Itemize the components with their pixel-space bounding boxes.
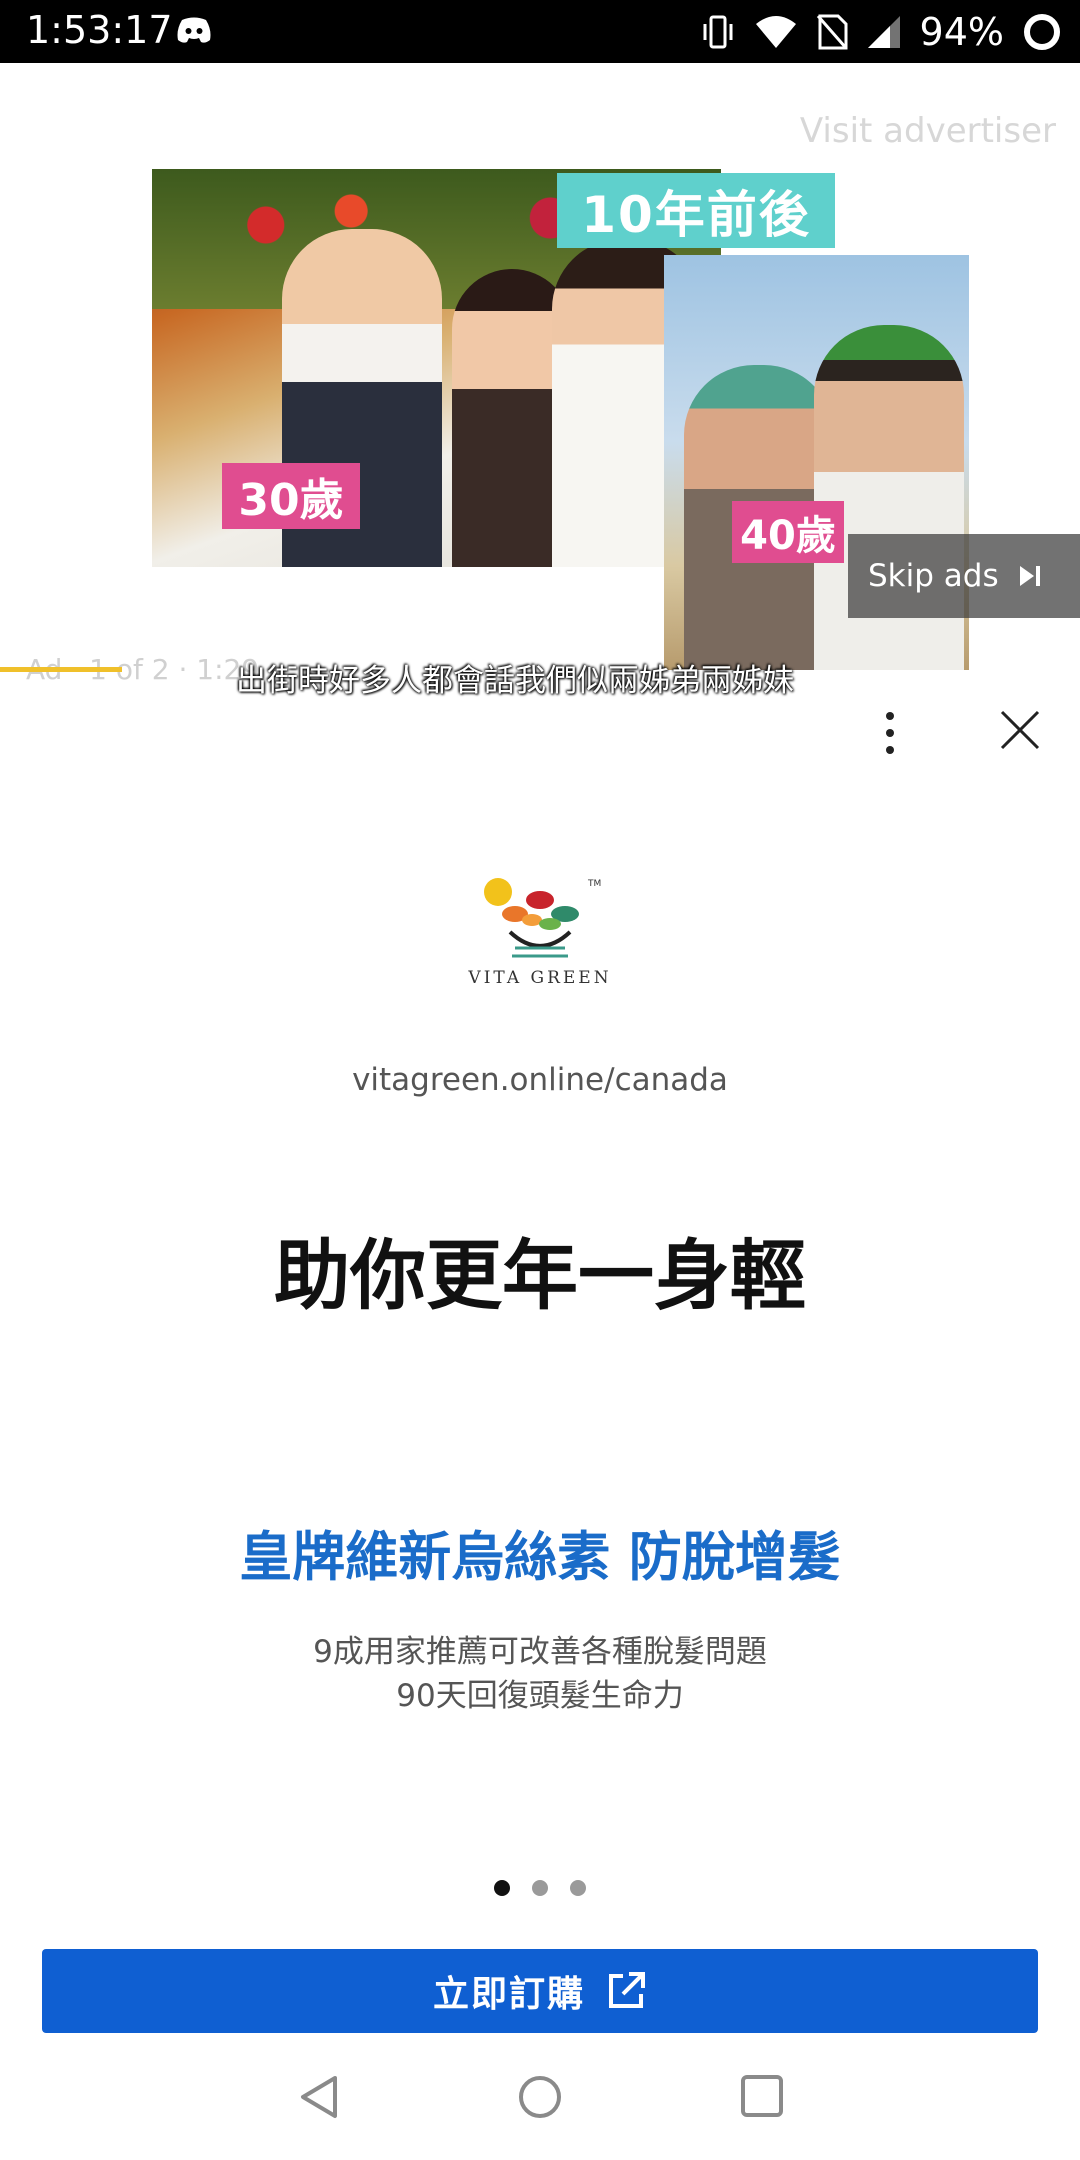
svg-text:TM: TM: [587, 879, 601, 889]
no-sim-icon: [816, 14, 848, 50]
skip-ads-label: Skip ads: [868, 558, 999, 594]
close-icon[interactable]: [996, 706, 1044, 754]
external-link-icon: [609, 1972, 645, 2008]
ad-description-line-2: 90天回復頭髮生命力: [396, 1678, 684, 1714]
video-subtitle: 出街時好多人都會話我們似兩姊弟兩姊妹: [236, 663, 794, 699]
order-now-label: 立即訂購: [432, 1974, 585, 2015]
status-bar: 1:53:17 94%: [0, 0, 1080, 63]
carousel-dot[interactable]: [570, 1880, 586, 1896]
ad-sub-headline: 皇牌維新烏絲素 防脫增髮: [239, 1527, 841, 1588]
skip-next-icon: [1020, 566, 1040, 586]
status-time: 1:53:17: [26, 8, 173, 52]
battery-ring-icon: [1024, 14, 1060, 50]
video-progress-bar[interactable]: [0, 667, 1080, 672]
video-progress-fill: [0, 667, 123, 672]
more-dot: [886, 712, 894, 720]
more-dot: [886, 729, 894, 737]
battery-percent: 94%: [919, 10, 1004, 54]
age-30-tag: 30歲: [222, 463, 360, 529]
order-now-button[interactable]: 立即訂購: [42, 1949, 1038, 2033]
vibrate-icon: [703, 15, 733, 49]
logo-text: VITA GREEN: [468, 968, 612, 988]
age-40-tag: 40歲: [732, 501, 844, 563]
signal-icon: [867, 16, 900, 48]
home-icon[interactable]: [516, 2073, 564, 2121]
carousel-dot[interactable]: [532, 1880, 548, 1896]
recents-icon[interactable]: [739, 2073, 785, 2119]
more-dot: [886, 746, 894, 754]
back-icon[interactable]: [295, 2072, 345, 2122]
carousel-indicator[interactable]: [0, 1880, 1080, 1896]
discord-icon: [177, 17, 211, 43]
status-icons: 94%: [700, 10, 1062, 54]
skip-ads-button[interactable]: Skip ads: [848, 534, 1080, 618]
ad-description-line-1: 9成用家推薦可改善各種脫髮問題: [313, 1634, 767, 1670]
video-ad-player[interactable]: Visit advertiser 10年前後 30歲 40歲 Skip ads …: [0, 63, 1080, 699]
more-options-button[interactable]: [868, 703, 912, 763]
visit-advertiser-link[interactable]: Visit advertiser: [800, 111, 1056, 151]
ad-headline: 助你更年一身輕: [274, 1231, 806, 1320]
carousel-dot[interactable]: [494, 1880, 510, 1896]
before-after-tag: 10年前後: [557, 173, 835, 248]
photo-figure-young-man: [814, 325, 964, 670]
wifi-icon: [755, 16, 796, 48]
advertiser-url[interactable]: vitagreen.online/canada: [0, 1062, 1080, 1098]
